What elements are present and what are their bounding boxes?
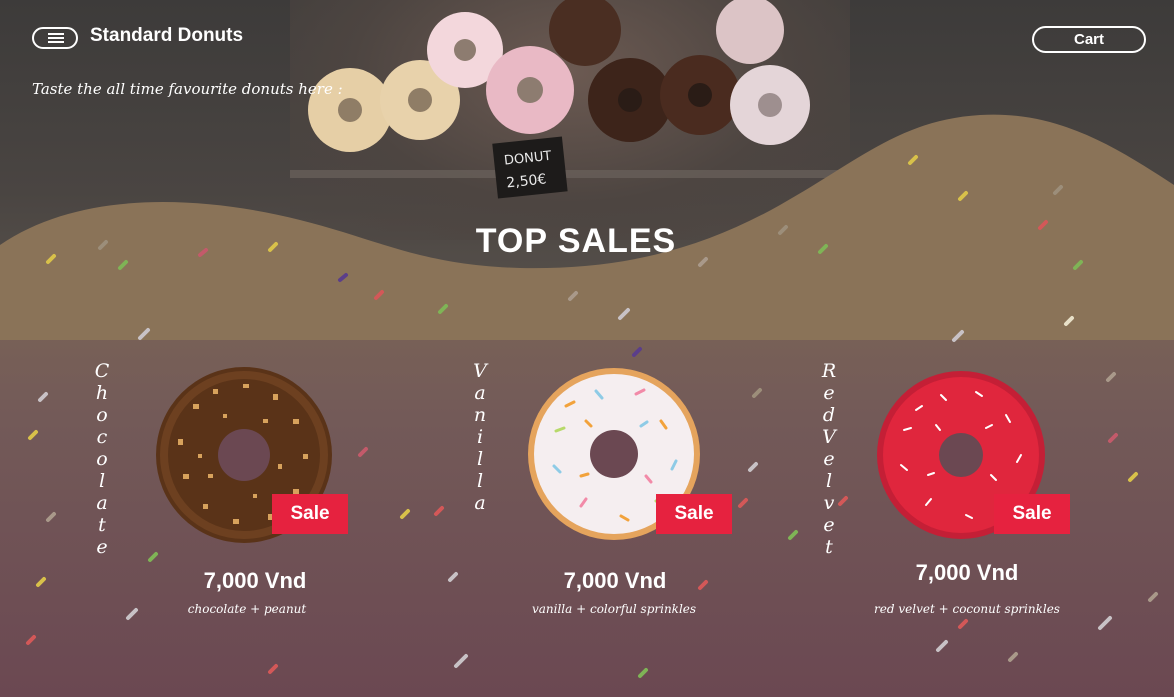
price: 7,000 Vnd: [563, 568, 667, 593]
flavor-letter: i: [476, 426, 484, 448]
flavor-letter: a: [96, 492, 108, 514]
flavor-letter: t: [825, 536, 833, 558]
flavor-letter: a: [474, 492, 486, 514]
flavor-letter: R: [821, 360, 837, 382]
flavor-letter: a: [474, 382, 486, 404]
sale-badge[interactable]: Sale: [994, 494, 1070, 534]
flavor-label: Chocolate: [88, 360, 116, 558]
product-description: vanilla + colorful sprinkles: [531, 602, 697, 616]
flavor-label: Vanilla: [466, 360, 494, 514]
flavor-letter: v: [823, 492, 835, 514]
flavor-letter: V: [822, 426, 836, 448]
flavor-letter: e: [823, 382, 835, 404]
flavor-letter: l: [476, 448, 484, 470]
sale-badge[interactable]: Sale: [656, 494, 732, 534]
product-description: chocolate + peanut: [187, 602, 307, 616]
flavor-letter: C: [94, 360, 110, 382]
page: DONUT 2,50€ Standard Donuts Cart Taste t…: [0, 0, 1174, 697]
flavor-letter: l: [825, 470, 833, 492]
flavor-letter: n: [473, 404, 487, 426]
flavor-letter: l: [98, 470, 106, 492]
flavor-letter: h: [95, 382, 109, 404]
price: 7,000 Vnd: [915, 560, 1019, 585]
product-description: red velvet + coconut sprinkles: [874, 602, 1060, 616]
flavor-label: RedVelvet: [815, 360, 843, 558]
flavor-letter: o: [96, 404, 108, 426]
flavor-letter: d: [822, 404, 836, 426]
price: 7,000 Vnd: [203, 568, 307, 593]
flavor-letter: V: [473, 360, 487, 382]
flavor-letter: l: [476, 470, 484, 492]
flavor-letter: e: [96, 536, 108, 558]
flavor-letter: e: [823, 514, 835, 536]
flavor-letter: c: [96, 426, 108, 448]
flavor-letter: t: [98, 514, 106, 536]
sale-badge[interactable]: Sale: [272, 494, 348, 534]
flavor-letter: o: [96, 448, 108, 470]
flavor-letter: e: [823, 448, 835, 470]
